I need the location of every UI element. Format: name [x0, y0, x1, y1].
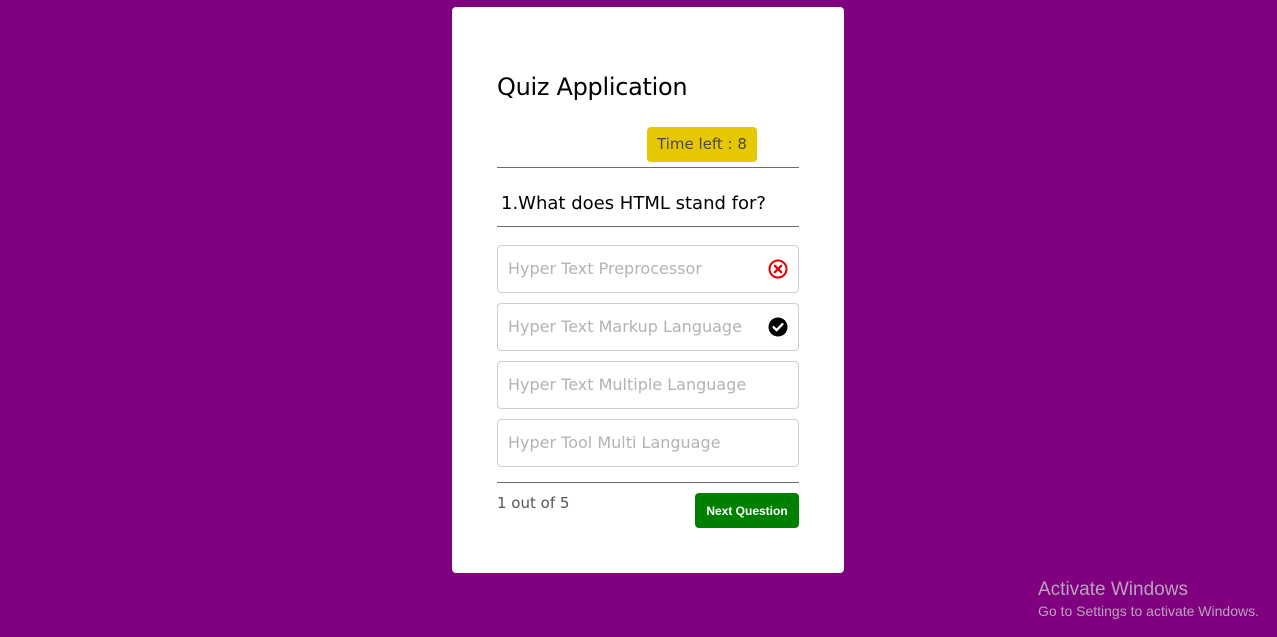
option-1[interactable]: Hyper Text Preprocessor	[497, 245, 799, 293]
check-circle-icon	[768, 317, 788, 337]
x-circle-icon	[768, 259, 788, 279]
activate-windows-watermark: Activate Windows Go to Settings to activ…	[1038, 579, 1259, 619]
question-progress: 1 out of 5	[497, 494, 570, 512]
timer-badge: Time left : 8	[647, 127, 757, 162]
next-question-button[interactable]: Next Question	[695, 493, 799, 528]
option-label: Hyper Text Preprocessor	[508, 259, 702, 278]
option-label: Hyper Text Markup Language	[508, 317, 742, 336]
divider-bottom	[497, 482, 799, 483]
option-label: Hyper Text Multiple Language	[508, 375, 747, 394]
divider-top	[497, 167, 799, 168]
quiz-card: Quiz Application Time left : 8 1.What do…	[452, 7, 844, 573]
option-label: Hyper Tool Multi Language	[508, 433, 721, 452]
divider-question	[497, 226, 799, 227]
watermark-title: Activate Windows	[1038, 579, 1188, 600]
option-3[interactable]: Hyper Text Multiple Language	[497, 361, 799, 409]
watermark-subtitle: Go to Settings to activate Windows.	[1038, 603, 1259, 619]
question-text: 1.What does HTML stand for?	[501, 193, 766, 214]
page-title: Quiz Application	[497, 73, 688, 101]
option-4[interactable]: Hyper Tool Multi Language	[497, 419, 799, 467]
option-2[interactable]: Hyper Text Markup Language	[497, 303, 799, 351]
